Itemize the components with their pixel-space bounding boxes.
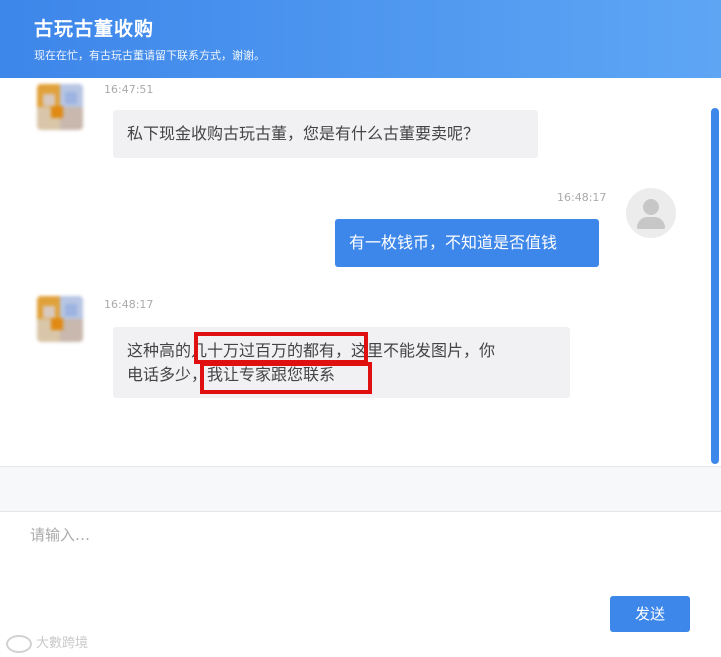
- watermark-text: 大數跨境: [36, 636, 89, 651]
- highlight-box: [200, 362, 372, 394]
- scrollbar[interactable]: [711, 108, 719, 464]
- message-time: 16:48:17: [104, 298, 154, 311]
- watermark-logo-icon: [6, 634, 32, 653]
- user-avatar: [626, 188, 676, 238]
- message-text: 电话多少: [127, 365, 192, 384]
- watermark: 大數跨境: [6, 632, 88, 653]
- message-text: 这种高的: [127, 341, 192, 360]
- chat-title: 古玩古董收购: [34, 18, 155, 40]
- input-toolbar: [0, 467, 721, 512]
- send-button[interactable]: 发送: [610, 596, 690, 632]
- chat-header: 古玩古董收购 现在在忙，有古玩古董请留下联系方式，谢谢。: [0, 0, 721, 78]
- message-time: 16:47:51: [104, 83, 154, 96]
- message-bubble-agent: 私下现金收购古玩古董，您是有什么古董要卖呢？: [113, 110, 538, 158]
- highlight-box: [194, 332, 368, 364]
- message-input[interactable]: 请输入…: [30, 524, 90, 545]
- message-time: 16:48:17: [557, 191, 607, 204]
- agent-avatar: [37, 84, 83, 130]
- message-list[interactable]: 16:47:51 私下现金收购古玩古董，您是有什么古董要卖呢？ 16:48:17…: [0, 78, 711, 466]
- chat-subtitle: 现在在忙，有古玩古董请留下联系方式，谢谢。: [34, 49, 265, 62]
- message-bubble-user: 有一枚钱币，不知道是否值钱: [335, 219, 599, 267]
- agent-avatar: [37, 296, 83, 342]
- user-icon: [643, 199, 659, 215]
